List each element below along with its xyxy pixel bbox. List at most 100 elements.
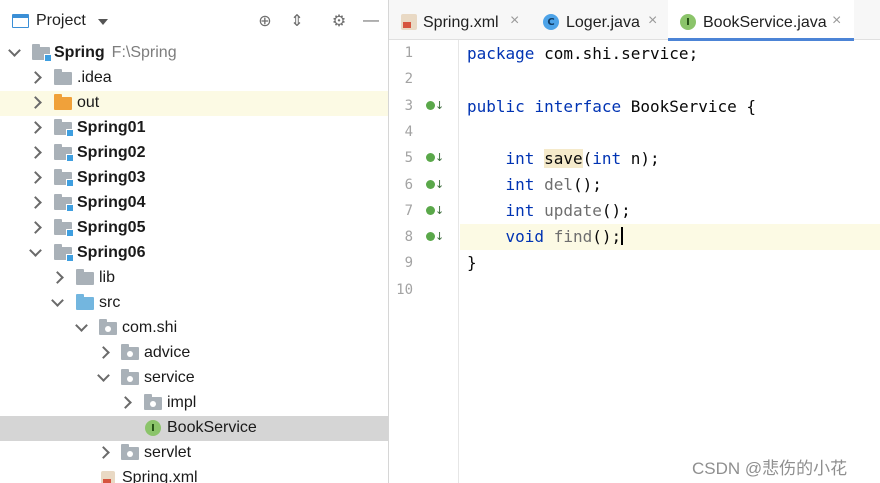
tree-item-impl[interactable]: impl <box>0 391 388 416</box>
line-number: 4 <box>404 124 413 140</box>
tree-item-spring[interactable]: Spring F:\Spring <box>0 41 388 66</box>
project-tool-window: Project ⊕ ⇕ ⚙ — Spring F:\Spring .idea ou… <box>0 0 388 483</box>
chevron-right-icon[interactable] <box>97 346 110 359</box>
tree-item-label: Spring03 <box>77 169 146 186</box>
chevron-down-icon[interactable] <box>29 244 42 257</box>
tree-item-label: com.shi <box>122 319 178 336</box>
close-icon[interactable]: × <box>648 12 657 30</box>
tree-item-lib[interactable]: lib <box>0 266 388 291</box>
keyword: int <box>505 201 535 220</box>
tree-item-spring02[interactable]: Spring02 <box>0 141 388 166</box>
tree-item-idea[interactable]: .idea <box>0 66 388 91</box>
chevron-right-icon[interactable] <box>29 121 42 134</box>
minimize-icon[interactable]: — <box>362 12 380 30</box>
line-number: 6 <box>404 177 413 193</box>
tree-item-label: src <box>99 294 121 311</box>
implemented-gutter-icon[interactable]: ↓ <box>426 230 444 244</box>
tree-item-spring05[interactable]: Spring05 <box>0 216 388 241</box>
chevron-down-icon[interactable] <box>51 294 64 307</box>
locate-icon[interactable]: ⊕ <box>256 12 274 30</box>
tree-item-bookservice[interactable]: I BookService <box>0 416 388 441</box>
implemented-gutter-icon[interactable]: ↓ <box>426 99 444 113</box>
chevron-right-icon[interactable] <box>51 271 64 284</box>
package-icon <box>121 444 139 460</box>
tab-label: BookService.java <box>703 14 827 31</box>
code-text: (); <box>592 227 622 246</box>
implemented-gutter-icon[interactable]: ↓ <box>426 178 444 192</box>
chevron-right-icon[interactable] <box>29 196 42 209</box>
chevron-right-icon[interactable] <box>29 171 42 184</box>
module-folder-icon <box>54 244 74 262</box>
code-text: n); <box>621 149 660 168</box>
module-folder-icon <box>54 119 74 137</box>
module-folder-icon <box>54 194 74 212</box>
tree-item-servlet[interactable]: servlet <box>0 441 388 466</box>
method-name: update <box>544 201 602 220</box>
gear-icon[interactable]: ⚙ <box>330 12 348 30</box>
close-icon[interactable]: × <box>832 12 841 30</box>
chevron-right-icon[interactable] <box>97 446 110 459</box>
tree-item-out[interactable]: out <box>0 91 388 116</box>
tree-item-spring03[interactable]: Spring03 <box>0 166 388 191</box>
close-icon[interactable]: × <box>510 12 519 30</box>
tree-item-com-shi[interactable]: com.shi <box>0 316 388 341</box>
code-area[interactable]: package com.shi.service; public interfac… <box>460 40 880 483</box>
chevron-right-icon[interactable] <box>29 146 42 159</box>
project-view-selector[interactable]: Project <box>36 12 86 30</box>
interface-icon: I <box>680 14 696 30</box>
keyword: interface <box>534 97 622 116</box>
tree-item-spring01[interactable]: Spring01 <box>0 116 388 141</box>
keyword: int <box>592 149 622 168</box>
method-name: save <box>544 149 583 168</box>
module-folder-icon <box>54 144 74 162</box>
chevron-right-icon[interactable] <box>29 71 42 84</box>
tree-item-label: Spring.xml <box>122 469 198 483</box>
chevron-down-icon[interactable] <box>97 369 110 382</box>
line-number: 8 <box>404 229 413 245</box>
tree-item-service[interactable]: service <box>0 366 388 391</box>
package-icon <box>144 394 162 410</box>
xml-file-icon <box>101 471 115 483</box>
tree-item-spring-xml[interactable]: Spring.xml <box>0 466 388 483</box>
source-folder-icon <box>76 294 94 310</box>
tree-item-spring04[interactable]: Spring04 <box>0 191 388 216</box>
xml-file-icon <box>401 14 417 30</box>
editor-tabs: Spring.xml × C Loger.java × I BookServic… <box>389 0 880 41</box>
implemented-gutter-icon[interactable]: ↓ <box>426 151 444 165</box>
collapse-all-icon[interactable]: ⇕ <box>288 12 306 30</box>
tab-label: Loger.java <box>566 14 640 31</box>
code-line-7: int update(); <box>460 198 880 224</box>
code-line-1: package com.shi.service; <box>460 41 880 67</box>
project-header: Project ⊕ ⇕ ⚙ — <box>0 0 388 40</box>
tab-bookservice-java[interactable]: I BookService.java × <box>668 0 854 41</box>
tab-loger-java[interactable]: C Loger.java × <box>532 0 668 40</box>
code-text: ( <box>582 149 593 168</box>
keyword: int <box>505 175 535 194</box>
tree-item-advice[interactable]: advice <box>0 341 388 366</box>
line-number: 2 <box>404 71 413 87</box>
line-number: 5 <box>404 150 413 166</box>
tree-item-label: Spring05 <box>77 219 146 236</box>
excluded-folder-icon <box>54 94 72 110</box>
tree-item-label: out <box>77 94 100 111</box>
line-number: 7 <box>404 203 413 219</box>
tree-item-src[interactable]: src <box>0 291 388 316</box>
implemented-gutter-icon[interactable]: ↓ <box>426 204 444 218</box>
tree-item-label: service <box>144 369 195 386</box>
chevron-right-icon[interactable] <box>29 96 42 109</box>
chevron-right-icon[interactable] <box>29 221 42 234</box>
interface-icon: I <box>145 420 161 436</box>
tree-item-label: Spring02 <box>77 144 146 161</box>
code-text: BookService { <box>621 97 756 116</box>
tree-item-spring06[interactable]: Spring06 <box>0 241 388 266</box>
editor-gutter[interactable]: 1 2 3 4 5 6 7 8 9 10 ↓ ↓ ↓ ↓ ↓ <box>389 40 459 483</box>
code-text: (); <box>601 201 631 220</box>
chevron-down-icon[interactable] <box>98 19 108 25</box>
chevron-right-icon[interactable] <box>119 396 132 409</box>
method-name: del <box>544 175 573 194</box>
tree-item-label: servlet <box>144 444 192 461</box>
chevron-down-icon[interactable] <box>75 319 88 332</box>
project-window-icon <box>12 14 29 28</box>
chevron-down-icon[interactable] <box>8 44 21 57</box>
tab-spring-xml[interactable]: Spring.xml × <box>389 0 532 40</box>
